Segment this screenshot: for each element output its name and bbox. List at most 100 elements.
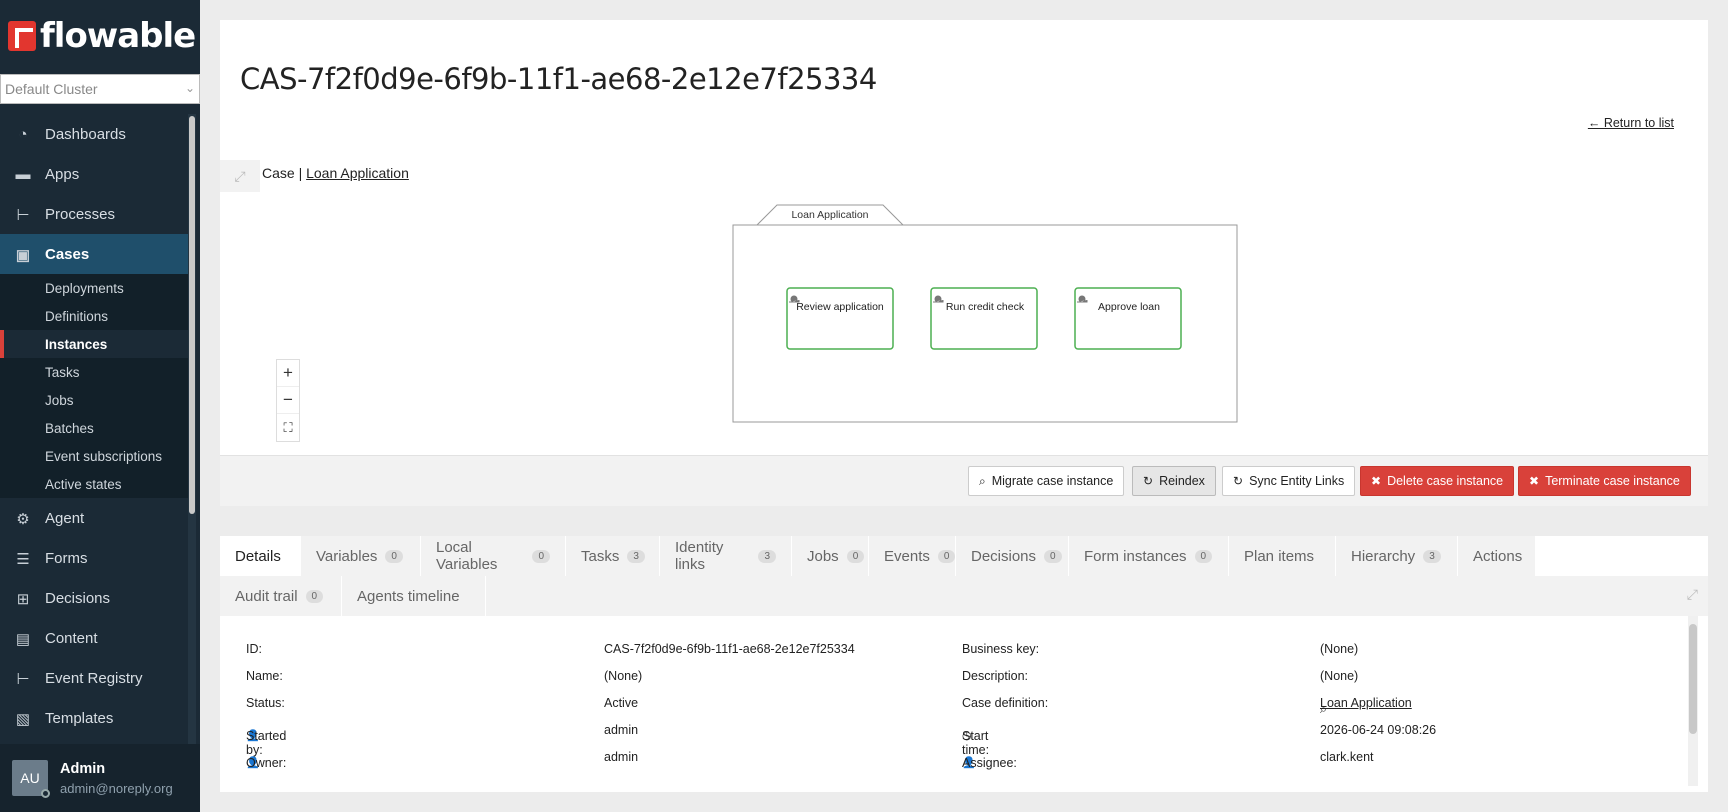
main-nav: ◔ Dashboards ▬ Apps ⊢ Processes ▣ Cases Depl…: [0, 114, 190, 738]
tab-form-instances[interactable]: Form instances 0: [1069, 536, 1229, 576]
zoom-out-icon[interactable]: −: [277, 387, 299, 414]
nav-item-templates[interactable]: ▧ Templates: [0, 698, 190, 738]
flowable-logo[interactable]: flowable: [0, 0, 200, 72]
process-icon: ⊢: [16, 207, 30, 224]
tab-details[interactable]: Details: [220, 536, 301, 576]
user-profile[interactable]: AU Admin admin@noreply.org: [0, 744, 200, 812]
form-icon: ☰: [16, 551, 30, 568]
tab-label: Actions: [1473, 547, 1523, 565]
business-key-label: Business key:: [962, 642, 1040, 656]
count-badge: 0: [1044, 549, 1062, 563]
migrate-case-instance-button[interactable]: ⌕ Migrate case instance: [968, 466, 1125, 496]
nav-label: Templates: [45, 709, 114, 727]
table-icon: ⊞: [16, 591, 30, 608]
nav-item-content[interactable]: ▤ Content: [0, 618, 190, 658]
tab-plan-items[interactable]: Plan items: [1229, 536, 1336, 576]
apps-icon: ▬: [15, 166, 31, 183]
nav-item-apps[interactable]: ▬ Apps: [0, 154, 190, 194]
tab-tasks[interactable]: Tasks 3: [566, 536, 660, 576]
sidebar-scrollbar-thumb[interactable]: [189, 116, 195, 514]
subnav-tasks[interactable]: Tasks: [0, 358, 190, 386]
nav-item-event-registry[interactable]: ⊢ Event Registry: [0, 658, 190, 698]
details-row: Status: Active Case definition: ⌕ Loan Ap…: [246, 690, 1676, 717]
expand-icon[interactable]: ⤢: [1687, 586, 1698, 603]
tab-actions[interactable]: Actions: [1458, 536, 1536, 576]
assignee-label: Assignee:: [962, 756, 1017, 770]
tab-label: Details: [235, 547, 281, 565]
avatar-initials: AU: [20, 770, 40, 786]
subnav-definitions[interactable]: Definitions: [0, 302, 190, 330]
count-badge: 0: [532, 549, 550, 563]
button-label: Migrate case instance: [991, 474, 1114, 488]
case-definition-label: Case definition:: [962, 696, 1049, 710]
case-definition-value[interactable]: ⌕ Loan Application: [1320, 696, 1412, 716]
task-run-credit-check[interactable]: Run credit check: [930, 287, 1038, 350]
case-details-card: Details Variables 0 Local Variables 0 Task…: [220, 536, 1708, 792]
count-badge: 0: [1194, 549, 1213, 563]
terminate-case-instance-button[interactable]: ✖ Terminate case instance: [1518, 466, 1691, 496]
task-label: Run credit check: [946, 301, 1025, 313]
avatar[interactable]: AU: [12, 760, 50, 798]
cluster-select[interactable]: Default Cluster ⌄: [0, 74, 200, 104]
nav-label: Content: [45, 629, 98, 647]
tab-events[interactable]: Events 0: [869, 536, 956, 576]
fit-to-screen-icon[interactable]: ⛶: [277, 414, 299, 441]
subnav-active-states[interactable]: Active states: [0, 470, 190, 498]
delete-case-instance-button[interactable]: ✖ Delete case instance: [1360, 466, 1515, 496]
tab-audit-trail[interactable]: Audit trail 0: [220, 576, 342, 616]
nav-label: Dashboards: [45, 125, 126, 143]
nav-item-forms[interactable]: ☰ Forms: [0, 538, 190, 578]
nav-item-agent[interactable]: ⚙ Agent: [0, 498, 190, 538]
button-label: Sync Entity Links: [1249, 474, 1345, 488]
tab-bar: Details Variables 0 Local Variables 0 Task…: [220, 536, 1708, 616]
nav-label: Apps: [45, 165, 80, 183]
tab-label: Hierarchy: [1351, 547, 1416, 565]
nav-item-dashboards[interactable]: ◔ Dashboards: [0, 114, 190, 154]
tab-label: Identity links: [675, 539, 724, 573]
stage-label: Loan Application: [791, 209, 868, 221]
tab-decisions[interactable]: Decisions 0: [956, 536, 1069, 576]
tab-local-variables[interactable]: Local Variables 0: [421, 536, 566, 576]
owner-value: admin: [604, 750, 639, 764]
zoom-in-icon[interactable]: +: [277, 360, 299, 387]
description-label: Description:: [962, 669, 1028, 683]
template-icon: ▧: [15, 711, 31, 728]
details-row: ID: CAS-7f2f0d9e-6f9b-11f1-ae68-2e12e7f2…: [246, 636, 1676, 663]
task-review-application[interactable]: Review application: [786, 287, 894, 350]
tab-hierarchy[interactable]: Hierarchy 3: [1336, 536, 1458, 576]
subnav-jobs[interactable]: Jobs: [0, 386, 190, 414]
subnav-event-subscriptions[interactable]: Event subscriptions: [0, 442, 190, 470]
tab-label: Variables: [316, 547, 378, 565]
tab-identity-links[interactable]: Identity links 3: [660, 536, 792, 576]
user-name: Admin: [60, 760, 106, 777]
brand-name: flowable: [40, 16, 196, 56]
tab-agents-timeline[interactable]: Agents timeline: [342, 576, 486, 616]
details-row: 👤 Started by: admin ◷ Start time: 2026-06-…: [246, 717, 1676, 757]
document-icon: ▤: [15, 631, 31, 648]
subnav-instances[interactable]: Instances: [0, 330, 190, 358]
nav-item-processes[interactable]: ⊢ Processes: [0, 194, 190, 234]
nav-item-decisions[interactable]: ⊞ Decisions: [0, 578, 190, 618]
nav-item-cases[interactable]: ▣ Cases: [0, 234, 190, 274]
subnav-deployments[interactable]: Deployments: [0, 274, 190, 302]
status-label: Status:: [246, 696, 285, 710]
sidebar: flowable Default Cluster ⌄ ◔ Dashboards ▬…: [0, 0, 200, 812]
subnav-batches[interactable]: Batches: [0, 414, 190, 442]
task-approve-loan[interactable]: Approve loan: [1074, 287, 1182, 350]
tab-label: Events: [884, 547, 930, 565]
tab-label: Decisions: [971, 547, 1037, 565]
case-definition-link[interactable]: Loan Application: [1320, 696, 1412, 710]
tab-jobs[interactable]: Jobs 0: [792, 536, 869, 576]
task-label: Review application: [796, 301, 884, 313]
briefcase-icon: ▣: [15, 247, 31, 264]
count-badge: 3: [1423, 549, 1441, 563]
details-scrollbar[interactable]: [1688, 616, 1698, 786]
details-scrollbar-thumb[interactable]: [1689, 624, 1697, 734]
count-badge: 0: [305, 589, 324, 603]
reindex-button[interactable]: ↻ Reindex: [1132, 466, 1216, 496]
button-label: Terminate case instance: [1545, 474, 1680, 488]
tab-variables[interactable]: Variables 0: [301, 536, 421, 576]
task-label: Approve loan: [1098, 301, 1160, 313]
sync-entity-links-button[interactable]: ↻ Sync Entity Links: [1222, 466, 1356, 496]
event-icon: ⊢: [16, 671, 30, 688]
